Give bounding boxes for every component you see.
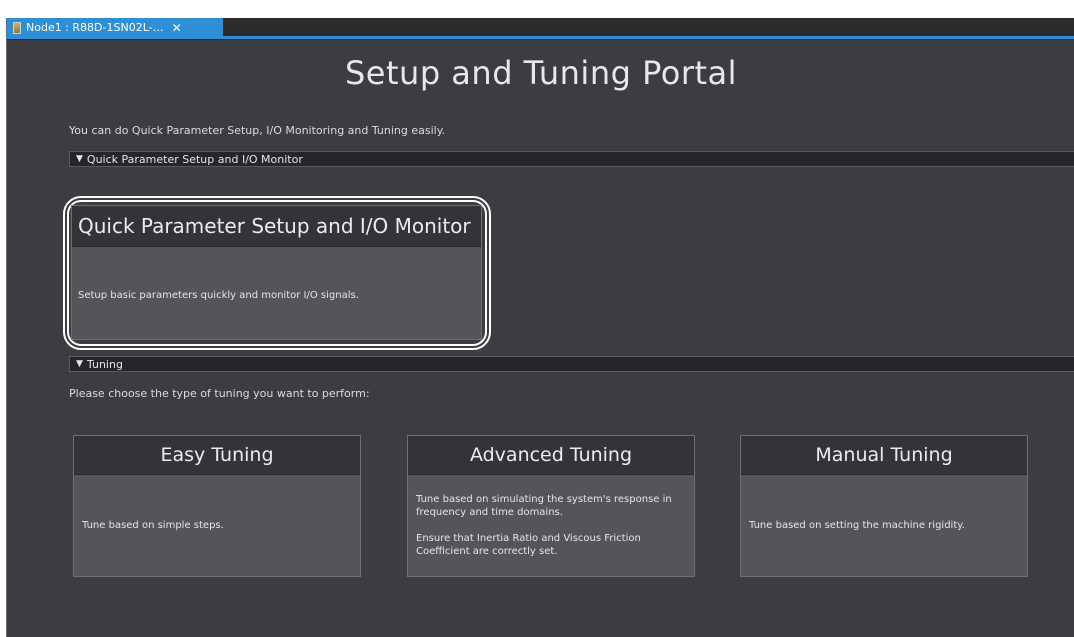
servo-drive-icon [13, 21, 21, 34]
advanced-tuning-description: Tune based on simulating the system's re… [416, 493, 672, 518]
quick-setup-card-title: Quick Parameter Setup and I/O Monitor [72, 206, 481, 247]
easy-tuning-description: Tune based on simple steps. [82, 519, 224, 531]
manual-tuning-card[interactable]: Manual Tuning Tune based on setting the … [740, 435, 1028, 577]
quick-setup-section-label: Quick Parameter Setup and I/O Monitor [86, 152, 303, 166]
document-tab[interactable]: Node1 : R88D-1SN02L-… ✕ [7, 18, 223, 37]
quick-setup-section-header[interactable]: ▼ Quick Parameter Setup and I/O Monitor [69, 151, 1074, 167]
advanced-tuning-card[interactable]: Advanced Tuning Tune based on simulating… [407, 435, 695, 577]
portal-window: Node1 : R88D-1SN02L-… ✕ Setup and Tuning… [6, 18, 1074, 637]
close-icon[interactable]: ✕ [172, 22, 182, 34]
quick-setup-card[interactable]: Quick Parameter Setup and I/O Monitor Se… [71, 205, 482, 340]
collapse-arrow-icon: ▼ [76, 359, 83, 369]
tuning-section-header[interactable]: ▼ Tuning [69, 356, 1074, 372]
advanced-tuning-title: Advanced Tuning [408, 436, 694, 475]
document-tab-label: Node1 : R88D-1SN02L-… [26, 21, 164, 34]
tuning-section-label: Tuning [86, 357, 123, 371]
tuning-prompt: Please choose the type of tuning you wan… [69, 387, 370, 400]
quick-setup-card-description: Setup basic parameters quickly and monit… [78, 290, 359, 301]
intro-text: You can do Quick Parameter Setup, I/O Mo… [69, 124, 446, 137]
page-title: Setup and Tuning Portal [344, 54, 738, 92]
manual-tuning-title: Manual Tuning [741, 436, 1027, 475]
document-tab-strip: Node1 : R88D-1SN02L-… ✕ [7, 18, 1074, 40]
manual-tuning-description: Tune based on setting the machine rigidi… [749, 519, 965, 531]
advanced-tuning-note: Ensure that Inertia Ratio and Viscous Fr… [416, 532, 641, 557]
tab-accent-line [7, 36, 1074, 39]
collapse-arrow-icon: ▼ [76, 154, 83, 164]
easy-tuning-card[interactable]: Easy Tuning Tune based on simple steps. [73, 435, 361, 577]
easy-tuning-title: Easy Tuning [74, 436, 360, 475]
